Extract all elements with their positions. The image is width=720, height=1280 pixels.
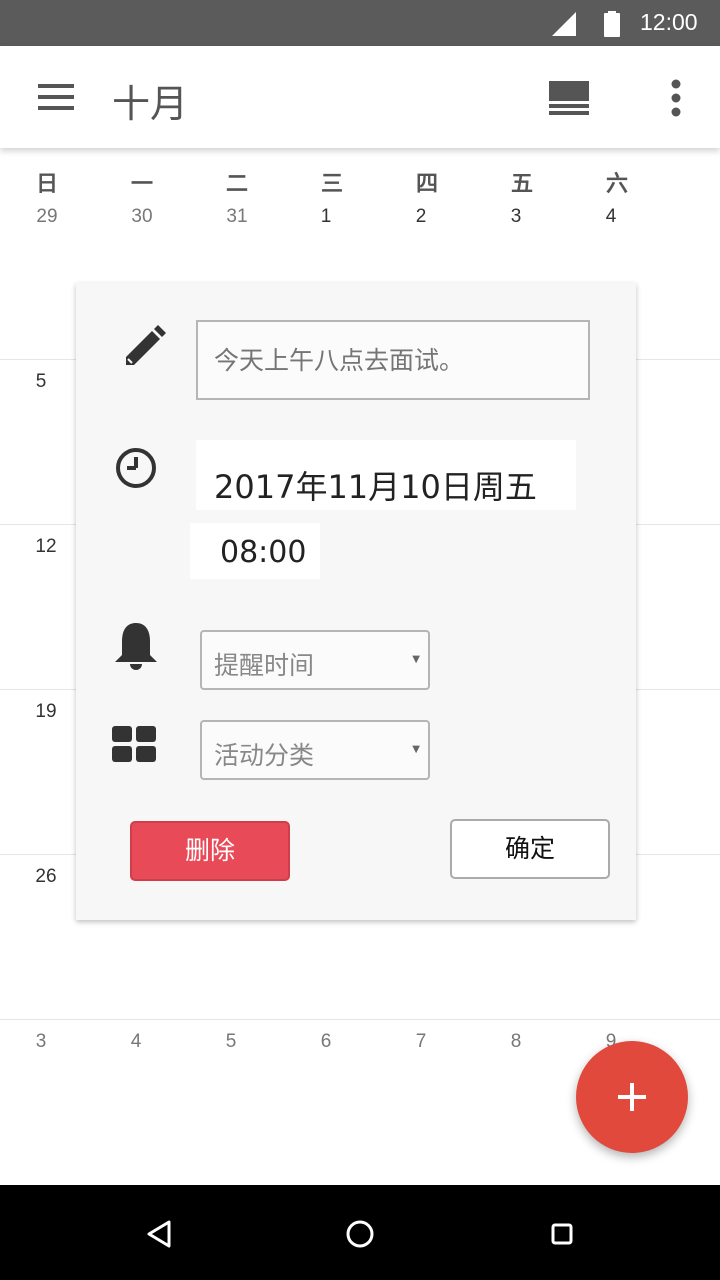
day-cell[interactable]: 2 [391,206,451,228]
battery-icon [604,11,620,37]
recents-icon[interactable] [547,1219,577,1249]
weekday-label: 二 [225,172,248,197]
day-cell[interactable]: 3 [11,1031,71,1053]
more-vert-icon[interactable] [668,78,684,118]
delete-button[interactable]: 删除 [130,821,290,881]
day-cell[interactable]: 5 [11,371,71,393]
grid-icon [112,726,156,762]
day-cell[interactable]: 30 [112,206,172,228]
calendar-view-icon[interactable] [548,80,590,116]
week-divider [0,1019,720,1020]
day-cell[interactable]: 4 [581,206,641,228]
day-cell[interactable]: 29 [17,206,77,228]
day-cell[interactable]: 4 [106,1031,166,1053]
category-select-label: 活动分类 [214,741,315,770]
clock-icon [116,448,156,488]
day-cell[interactable]: 3 [486,206,546,228]
event-time-field[interactable]: 08:00 [190,523,320,579]
weekday-label: 一 [130,172,153,197]
event-title-input[interactable] [196,320,590,400]
weekday-label: 日 [35,172,58,197]
weekday-label: 五 [510,172,533,197]
app-bar: 十月 [0,46,720,148]
confirm-button[interactable]: 确定 [450,819,610,879]
signal-icon [552,12,576,36]
pencil-icon [126,325,166,365]
dropdown-arrow-icon: ▼ [412,744,420,755]
reminder-select[interactable]: 提醒时间 ▼ [200,630,430,690]
home-icon[interactable] [345,1219,375,1249]
event-date-field[interactable]: 2017年11月10日周五 [196,440,576,510]
day-cell[interactable]: 8 [486,1031,546,1053]
day-cell[interactable]: 12 [16,536,76,558]
category-select[interactable]: 活动分类 ▼ [200,720,430,780]
day-cell[interactable]: 19 [16,701,76,723]
event-dialog: 2017年11月10日周五 08:00 提醒时间 ▼ 活动分类 ▼ 删除 确定 [76,283,636,920]
day-cell[interactable]: 5 [201,1031,261,1053]
weekday-label: 六 [605,172,628,197]
day-cell[interactable]: 6 [296,1031,356,1053]
weekday-label: 三 [320,172,343,197]
day-cell[interactable]: 31 [207,206,267,228]
plus-icon [618,1083,646,1111]
status-time: 12:00 [640,9,698,35]
add-event-button[interactable] [576,1041,688,1153]
bell-icon [115,623,157,670]
back-icon[interactable] [145,1219,175,1249]
day-cell[interactable]: 26 [16,866,76,888]
page-title: 十月 [112,82,189,126]
system-nav-bar [0,1185,720,1280]
reminder-select-label: 提醒时间 [214,651,315,680]
day-cell[interactable]: 1 [296,206,356,228]
status-bar: 12:00 [0,0,720,46]
day-cell[interactable]: 7 [391,1031,451,1053]
weekday-label: 四 [415,172,438,197]
dropdown-arrow-icon: ▼ [412,654,420,665]
hamburger-menu-icon[interactable] [36,82,76,112]
